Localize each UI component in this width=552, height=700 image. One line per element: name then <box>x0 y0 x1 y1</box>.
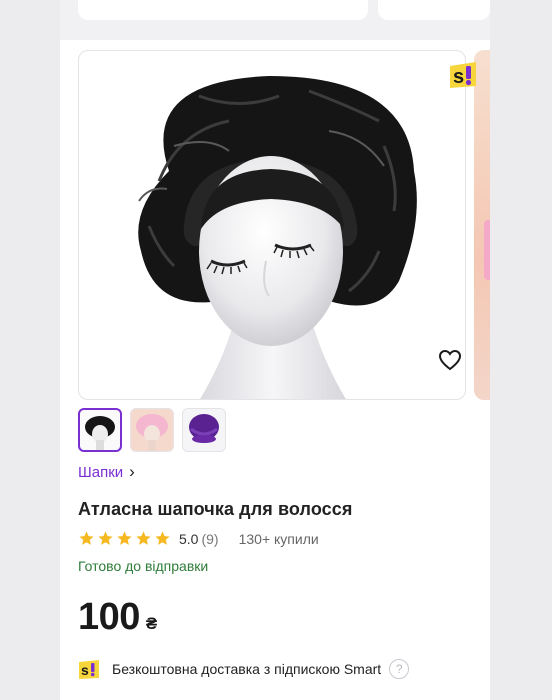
availability-status: Готово до відправки <box>78 558 209 574</box>
product-card: s Шапки › Атласна шапочка для волосся 5.… <box>60 0 490 700</box>
rating-value: 5.0 <box>179 530 199 547</box>
thumbnail-list <box>78 408 226 452</box>
smart-logo-icon: s <box>78 658 100 680</box>
breadcrumb-label: Шапки <box>78 463 124 481</box>
left-background <box>0 0 60 700</box>
product-image-carousel[interactable] <box>78 50 466 400</box>
price: 100 ₴ <box>78 596 157 639</box>
previous-section-strip <box>60 0 490 40</box>
smart-badge-icon: s <box>446 58 480 92</box>
star-icon <box>117 531 132 545</box>
product-image <box>138 76 417 399</box>
previous-card-fragment <box>378 0 490 20</box>
next-card-peek <box>474 50 490 400</box>
currency-symbol: ₴ <box>145 614 158 633</box>
price-value: 100 <box>78 596 140 638</box>
breadcrumb[interactable]: Шапки › <box>78 462 135 482</box>
star-icon <box>155 531 170 545</box>
svg-text:s: s <box>453 66 464 88</box>
rating-row[interactable]: 5.0 (9) 130+ купили <box>78 530 319 547</box>
delivery-text: Безкоштовна доставка з підпискою Smart <box>112 661 382 677</box>
product-title: Атласна шапочка для волосся <box>78 499 353 519</box>
thumbnail-pink-bonnet[interactable] <box>130 408 174 452</box>
favorite-button[interactable] <box>436 346 464 374</box>
heart-icon <box>438 349 462 371</box>
right-background <box>490 0 552 700</box>
sold-count: 130+ купили <box>238 530 319 547</box>
thumbnail-black-bonnet[interactable] <box>78 408 122 452</box>
rating-stars <box>78 530 171 547</box>
chevron-right-icon: › <box>129 462 135 481</box>
delivery-info: s Безкоштовна доставка з підпискою Smart… <box>78 658 410 680</box>
star-icon <box>98 531 113 545</box>
star-icon <box>79 531 94 545</box>
previous-card-fragment <box>78 0 368 20</box>
help-icon[interactable]: ? <box>389 659 410 679</box>
review-count: (9) <box>201 530 219 547</box>
thumbnail-purple-bonnet[interactable] <box>182 408 226 452</box>
svg-text:s: s <box>81 662 89 678</box>
star-icon <box>136 531 151 545</box>
